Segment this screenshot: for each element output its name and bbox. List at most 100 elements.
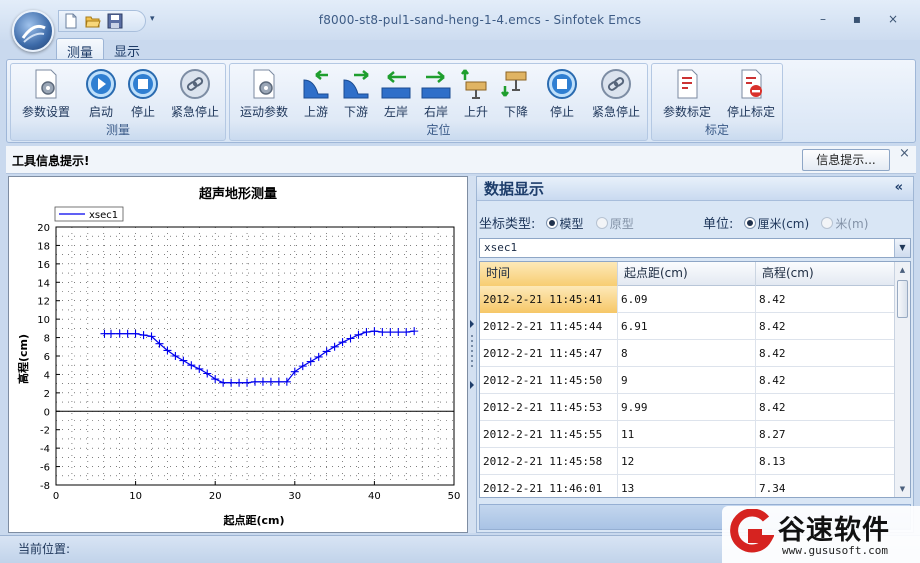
cell-elevation[interactable]: 8.42: [756, 394, 896, 421]
table-row[interactable]: 2012-2-21 11:46:01 13 7.34: [480, 475, 896, 497]
cell-time[interactable]: 2012-2-21 11:45:47: [480, 340, 618, 367]
info-message: 工具信息提示!: [12, 154, 90, 168]
cell-elevation[interactable]: 8.42: [756, 313, 896, 340]
table-row[interactable]: 2012-2-21 11:45:50 9 8.42: [480, 367, 896, 394]
position-emergency-stop-button[interactable]: 紧急停止: [586, 68, 646, 120]
cell-time[interactable]: 2012-2-21 11:45:41: [480, 286, 618, 313]
data-point: [251, 377, 259, 386]
info-close-icon[interactable]: ×: [899, 146, 910, 161]
data-point: [187, 361, 196, 370]
cell-distance[interactable]: 9: [618, 367, 756, 394]
upstream-button[interactable]: 上游: [296, 68, 336, 120]
cell-distance[interactable]: 9.99: [618, 394, 756, 421]
param-calibration-button[interactable]: 参数标定: [656, 68, 718, 120]
close-button[interactable]: ×: [882, 12, 904, 28]
quick-access-toolbar: [58, 10, 146, 32]
start-button[interactable]: 启动: [79, 68, 123, 120]
grid-scrollbar[interactable]: ▲ ▼: [894, 262, 910, 497]
data-point: [235, 378, 244, 387]
unit-cm-radio[interactable]: 厘米(cm): [743, 217, 809, 232]
data-display-panel: 数据显示 « 坐标类型: 模型 原型 单位: 厘米(cm) 米(m) xsec1…: [476, 176, 914, 533]
cell-time[interactable]: 2012-2-21 11:45:53: [480, 394, 618, 421]
table-row[interactable]: 2012-2-21 11:45:47 8 8.42: [480, 340, 896, 367]
column-header-elevation[interactable]: 高程(cm): [756, 262, 896, 286]
stop-calibration-button[interactable]: 停止标定: [720, 68, 782, 120]
cell-distance[interactable]: 8: [618, 340, 756, 367]
cell-distance[interactable]: 6.91: [618, 313, 756, 340]
app-logo-icon: [21, 24, 46, 43]
chevron-down-icon[interactable]: ▼: [894, 239, 910, 257]
table-row[interactable]: 2012-2-21 11:45:53 9.99 8.42: [480, 394, 896, 421]
lower-button[interactable]: 下降: [496, 68, 536, 120]
table-row[interactable]: 2012-2-21 11:45:41 6.09 8.42: [480, 286, 896, 313]
data-panel-header: 数据显示 «: [477, 177, 913, 201]
coord-type-label: 坐标类型:: [479, 217, 536, 232]
collapse-panel-icon[interactable]: «: [895, 180, 903, 195]
series-line-xsec1: [104, 330, 415, 384]
data-point: [266, 377, 275, 386]
y-tick-label: 18: [37, 241, 50, 252]
scroll-down-icon[interactable]: ▼: [895, 481, 910, 497]
position-stop-button[interactable]: 停止: [542, 68, 582, 120]
cell-elevation[interactable]: 8.42: [756, 340, 896, 367]
scroll-up-icon[interactable]: ▲: [895, 262, 910, 278]
cell-time[interactable]: 2012-2-21 11:45:50: [480, 367, 618, 394]
new-file-icon[interactable]: [63, 13, 79, 29]
cell-distance[interactable]: 13: [618, 475, 756, 497]
column-header-time[interactable]: 时间: [480, 262, 618, 286]
chart-legend: xsec1: [54, 206, 124, 222]
cell-distance[interactable]: 11: [618, 421, 756, 448]
info-tips-button[interactable]: 信息提示...: [802, 149, 890, 171]
coord-prototype-radio[interactable]: 原型: [595, 217, 634, 232]
cell-elevation[interactable]: 8.13: [756, 448, 896, 475]
downstream-arrow-icon: [340, 68, 372, 100]
cell-time[interactable]: 2012-2-21 11:45:58: [480, 448, 618, 475]
raise-icon: [460, 68, 492, 100]
y-tick-label: 8: [44, 334, 50, 345]
open-folder-icon[interactable]: [85, 13, 101, 29]
table-row[interactable]: 2012-2-21 11:45:58 12 8.13: [480, 448, 896, 475]
motion-params-button[interactable]: 运动参数: [236, 68, 292, 120]
emergency-stop-button[interactable]: 紧急停止: [165, 68, 225, 120]
right-bank-button[interactable]: 右岸: [416, 68, 456, 120]
table-row[interactable]: 2012-2-21 11:45:55 11 8.27: [480, 421, 896, 448]
stop-button[interactable]: 停止: [121, 68, 165, 120]
save-icon[interactable]: [107, 13, 123, 29]
stop-icon: [127, 68, 159, 100]
table-row[interactable]: 2012-2-21 11:45:44 6.91 8.42: [480, 313, 896, 340]
raise-button[interactable]: 上升: [456, 68, 496, 120]
tab-measure[interactable]: 测量: [56, 38, 105, 61]
chart-series: [100, 327, 419, 387]
data-point: [394, 328, 403, 337]
unit-m-radio[interactable]: 米(m): [821, 217, 868, 232]
cell-distance[interactable]: 12: [618, 448, 756, 475]
tab-display[interactable]: 显示: [104, 38, 150, 60]
param-settings-button[interactable]: 参数设置: [19, 68, 73, 120]
cell-elevation[interactable]: 7.34: [756, 475, 896, 497]
left-bank-button[interactable]: 左岸: [376, 68, 416, 120]
upstream-arrow-icon: [300, 68, 332, 100]
cell-elevation[interactable]: 8.42: [756, 367, 896, 394]
maximize-button[interactable]: ▪: [846, 12, 868, 28]
left-arrow-icon: [380, 68, 412, 100]
data-point: [139, 331, 148, 340]
downstream-button[interactable]: 下游: [336, 68, 376, 120]
lower-icon: [500, 68, 532, 100]
column-header-distance[interactable]: 起点距(cm): [618, 262, 756, 286]
settings-doc-icon: [248, 68, 280, 100]
cell-time[interactable]: 2012-2-21 11:45:55: [480, 421, 618, 448]
app-menu-button[interactable]: [12, 10, 54, 52]
minimize-button[interactable]: –: [812, 12, 834, 28]
cell-distance[interactable]: 6.09: [618, 286, 756, 313]
panel-splitter[interactable]: [468, 176, 476, 533]
data-point: [115, 329, 124, 338]
cell-time[interactable]: 2012-2-21 11:46:01: [480, 475, 618, 497]
cell-elevation[interactable]: 8.42: [756, 286, 896, 313]
scroll-thumb[interactable]: [897, 280, 908, 318]
cell-time[interactable]: 2012-2-21 11:45:44: [480, 313, 618, 340]
coord-model-radio[interactable]: 模型: [545, 217, 584, 232]
cell-elevation[interactable]: 8.27: [756, 421, 896, 448]
series-select[interactable]: xsec1 ▼: [479, 238, 911, 258]
x-tick-label: 40: [368, 491, 381, 502]
qat-dropdown-icon[interactable]: ▾: [150, 14, 155, 24]
